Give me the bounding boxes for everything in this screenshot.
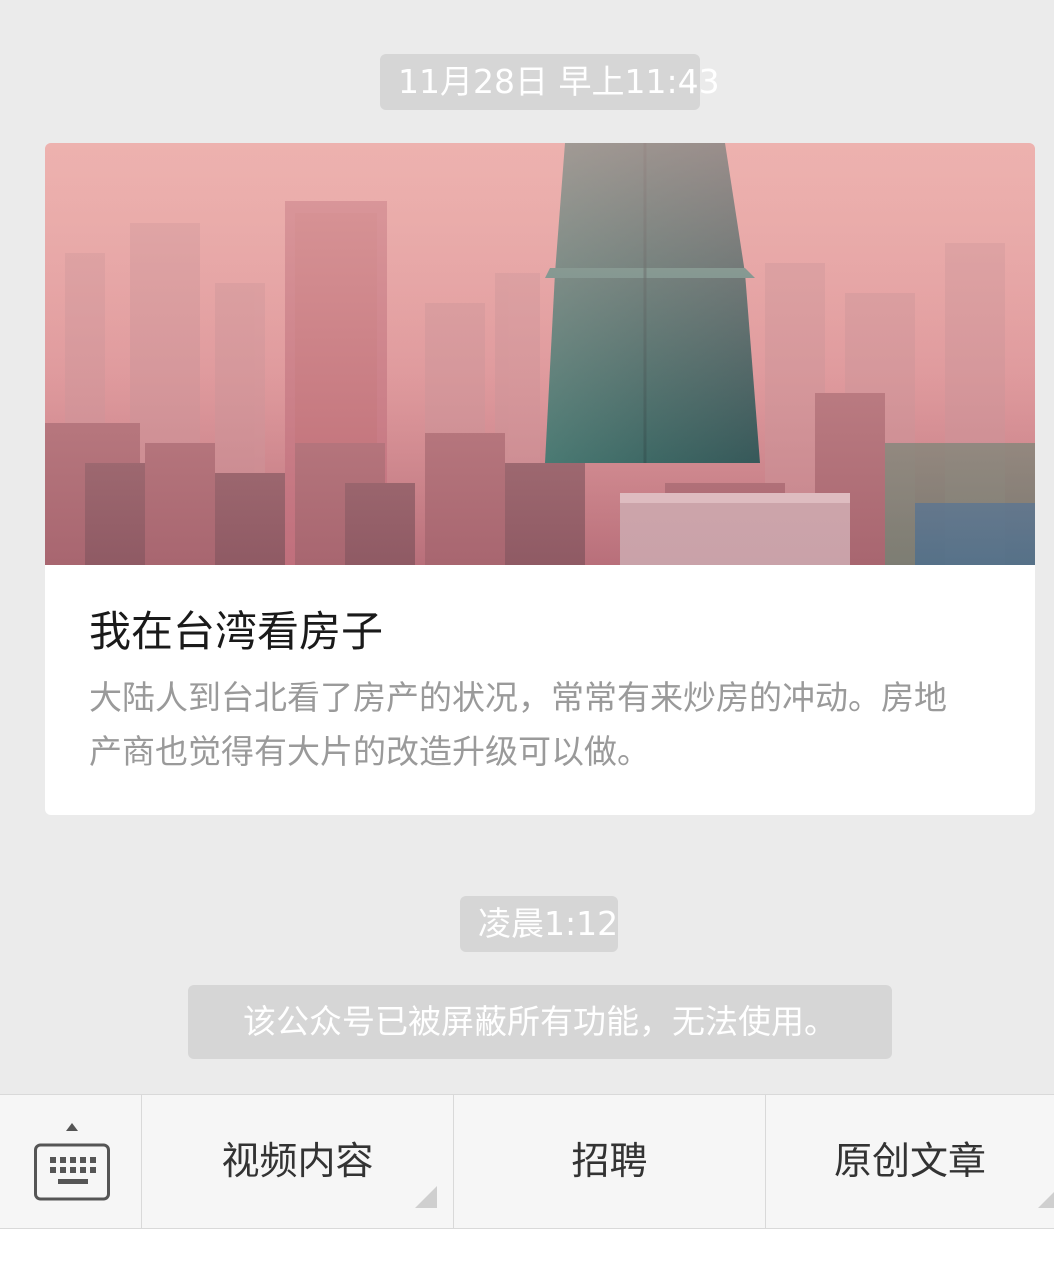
bottom-strip [0,1229,1054,1267]
menu-item-video[interactable]: 视频内容 [142,1095,454,1228]
article-description: 大陆人到台北看了房产的状况，常常有来炒房的冲动。房地产商也觉得有大片的改造升级可… [89,678,947,771]
menu-bar: 视频内容 招聘 原创文章 [0,1094,1054,1229]
timestamp-label: 凌晨1:12 [460,896,618,952]
timestamp-label: 11月28日 早上11:43 [380,54,720,110]
system-notice: 该公众号已被屏蔽所有功能，无法使用。 [188,985,892,1059]
menu-item-original-articles[interactable]: 原创文章 [766,1095,1054,1228]
keyboard-icon [34,1123,110,1205]
menu-item-recruitment[interactable]: 招聘 [454,1095,766,1228]
chat-area: 11月28日 早上11:43 我在台湾看房子 大陆人到台北看了房产的状况，常常有… [0,0,1054,1094]
submenu-indicator-icon [1038,1186,1054,1208]
article-cover-image [45,143,1035,565]
keyboard-toggle-button[interactable] [0,1095,142,1228]
menu-item-label: 招聘 [571,1139,648,1183]
article-card[interactable]: 我在台湾看房子 大陆人到台北看了房产的状况，常常有来炒房的冲动。房地产商也觉得有… [45,143,1035,815]
menu-item-label: 原创文章 [833,1139,986,1183]
article-title: 我在台湾看房子 [89,607,384,656]
menu-item-label: 视频内容 [221,1139,374,1183]
submenu-indicator-icon [415,1186,437,1208]
